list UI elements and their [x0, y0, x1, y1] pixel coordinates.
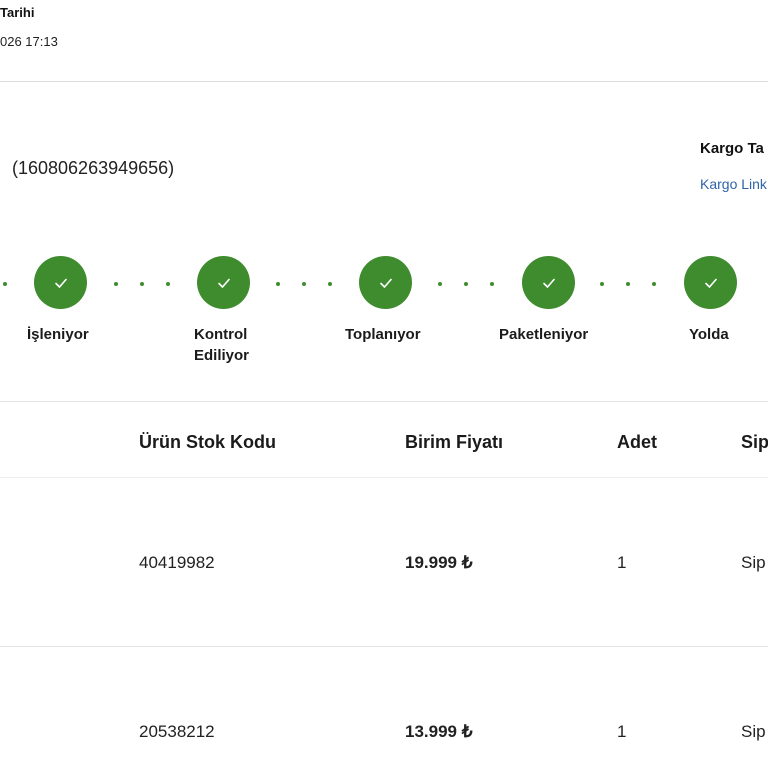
progress-dot — [464, 282, 468, 286]
cargo-tracking-link[interactable]: Kargo Link — [700, 176, 767, 192]
column-header-unit-price: Birim Fiyatı — [405, 432, 504, 452]
progress-dot — [490, 282, 494, 286]
cargo-tracking-title: Kargo Ta — [700, 140, 764, 157]
progress-dot — [3, 282, 7, 286]
step-label-in-transit: Yolda — [689, 326, 729, 343]
progress-dot — [276, 282, 280, 286]
row-quantity: 1 — [617, 553, 627, 572]
progress-dot — [114, 282, 118, 286]
row-status: Sip — [741, 722, 766, 741]
step-label-picking: Toplanıyor — [345, 326, 421, 343]
column-header-quantity: Adet — [617, 432, 657, 452]
column-header-stock-code: Ürün Stok Kodu — [139, 432, 276, 452]
progress-dot — [600, 282, 604, 286]
progress-dot — [652, 282, 656, 286]
step-label-line: Ediliyor — [194, 347, 250, 364]
check-icon — [379, 278, 392, 288]
progress-dot — [328, 282, 332, 286]
divider — [0, 401, 768, 402]
step-checking-check — [197, 256, 250, 309]
progress-dot — [166, 282, 170, 286]
shipment-code: (160806263949656) — [12, 158, 175, 178]
progress-dot — [438, 282, 442, 286]
progress-dot — [302, 282, 306, 286]
check-icon — [54, 278, 67, 288]
check-icon — [542, 278, 555, 288]
order-date-value: 026 17:13 — [0, 34, 58, 49]
row-quantity: 1 — [617, 722, 627, 741]
row-status: Sip — [741, 553, 766, 572]
step-label-processing: İşleniyor — [27, 326, 89, 343]
check-icon — [217, 278, 230, 288]
step-label-packing: Paketleniyor — [499, 326, 589, 343]
row-unit-price: 19.999 ₺ — [405, 553, 473, 572]
progress-dot — [140, 282, 144, 286]
order-date-label: Tarihi — [0, 5, 35, 20]
divider — [0, 477, 768, 478]
step-processing-check — [34, 256, 87, 309]
divider — [0, 81, 768, 82]
step-in-transit-check — [684, 256, 737, 309]
column-header-status: Sip — [741, 432, 768, 452]
progress-dot — [626, 282, 630, 286]
check-icon — [704, 278, 717, 288]
step-label-checking: Kontrol Ediliyor — [194, 324, 249, 366]
step-packing-check — [522, 256, 575, 309]
divider — [0, 646, 768, 647]
step-picking-check — [359, 256, 412, 309]
row-unit-price: 13.999 ₺ — [405, 722, 473, 741]
row-stock-code: 40419982 — [139, 553, 215, 572]
step-label-line: Kontrol — [194, 326, 248, 343]
row-stock-code: 20538212 — [139, 722, 215, 741]
